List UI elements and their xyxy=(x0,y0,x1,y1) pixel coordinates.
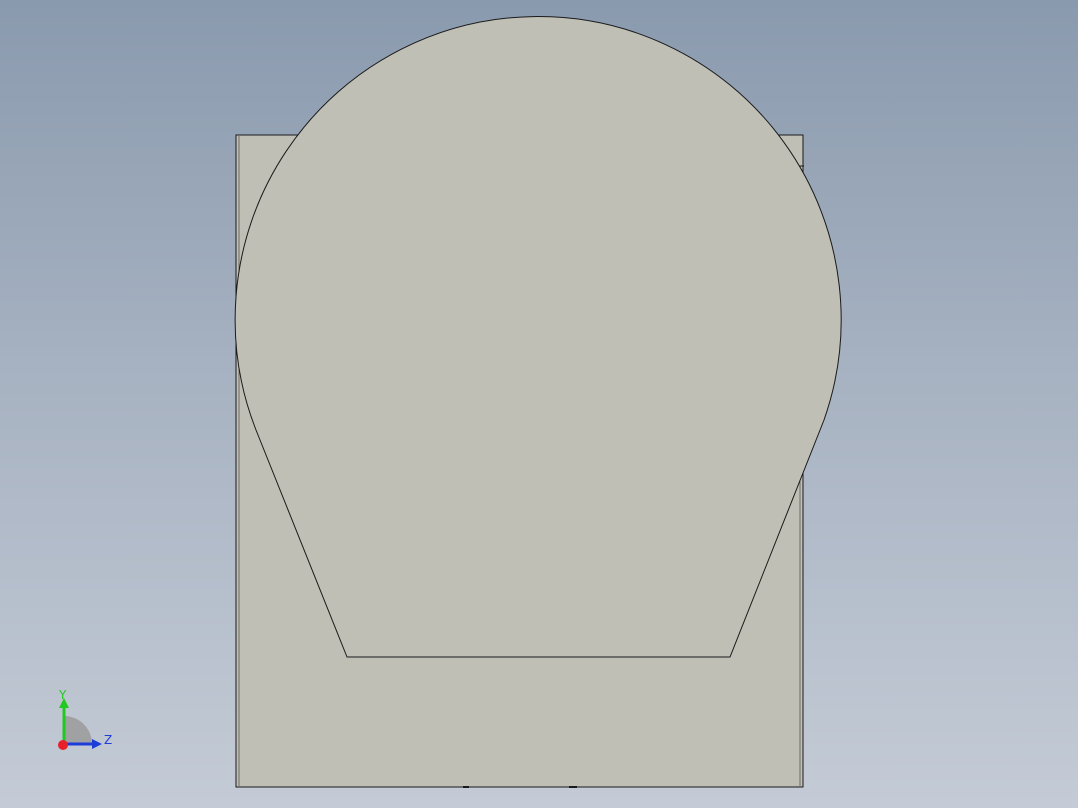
triad-plane-shade xyxy=(64,716,92,744)
axis-triad: Y Z xyxy=(48,686,118,756)
z-axis-label: Z xyxy=(104,733,112,747)
x-axis-point xyxy=(58,740,68,750)
z-axis-arrowhead xyxy=(92,739,102,749)
cad-viewport[interactable]: Y Z xyxy=(0,0,1078,808)
front-profile-face[interactable] xyxy=(234,16,842,658)
y-axis-label: Y xyxy=(58,688,67,702)
model-view[interactable] xyxy=(0,0,1078,808)
